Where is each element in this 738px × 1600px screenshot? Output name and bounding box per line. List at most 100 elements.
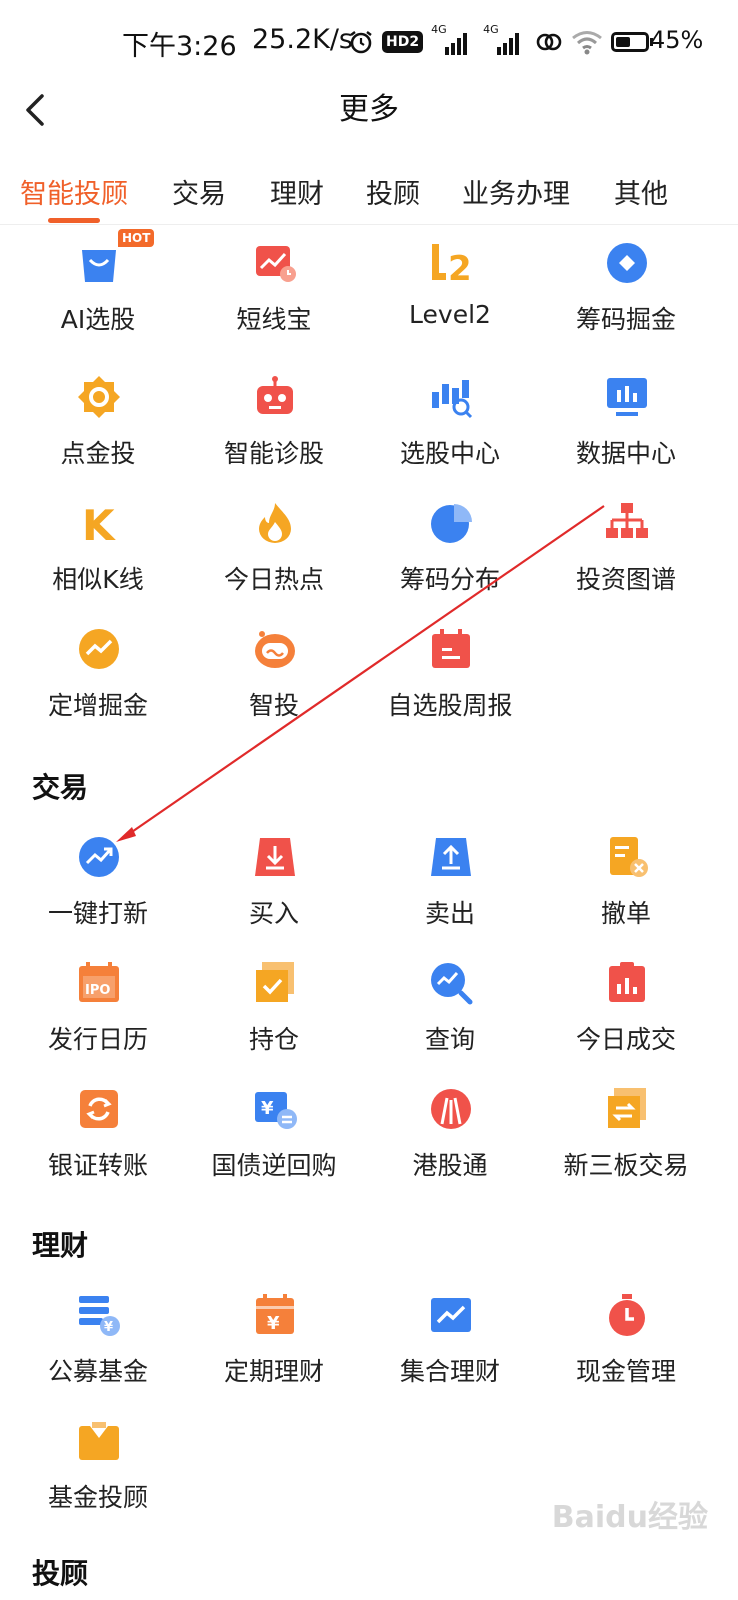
download-tray-icon [255, 838, 295, 876]
grid-item-one-click-ipo[interactable]: 一键打新 [10, 834, 186, 956]
grid-item-smart-invest[interactable]: 智投 [186, 626, 362, 748]
trend-up-circle-icon [79, 837, 119, 877]
grid-item-sell[interactable]: 卖出 [362, 834, 538, 956]
wifi-icon [572, 31, 603, 55]
grid-item-ai-stock[interactable]: AI选股 [10, 240, 186, 362]
svg-text:¥: ¥ [104, 1320, 113, 1335]
grid-item-label: 定期理财 [223, 1357, 324, 1386]
grid-item-label: 一键打新 [47, 899, 148, 928]
diamond-coin-icon [607, 243, 647, 283]
trend-card-icon [256, 246, 296, 282]
tab-other[interactable]: 其他 [614, 172, 668, 211]
grid-item-ipo-calendar[interactable]: IPO 发行日历 [10, 960, 186, 1082]
ipo-calendar-icon: IPO [79, 962, 119, 1002]
status-bar: 下午3:26 25.2K/s HD2 4G 4G 45% [0, 0, 738, 84]
search-chart-icon [431, 963, 473, 1005]
grid-item-label: 查询 [424, 1025, 475, 1054]
grid-item-cash-management[interactable]: 现金管理 [538, 1292, 714, 1414]
grid-item-gold-invest[interactable]: 点金投 [10, 374, 186, 496]
grid-item-label: 筹码掘金 [575, 305, 676, 334]
grid-item-chip-mining[interactable]: 筹码掘金 [538, 240, 714, 362]
grid-item-label: 国债逆回购 [211, 1151, 337, 1180]
hot-badge: HOT [118, 229, 155, 247]
grid-item-label: 基金投顾 [47, 1483, 148, 1512]
signal-icon: 4G [431, 23, 475, 55]
page-title: 更多 [339, 92, 399, 127]
grid-item-investment-map[interactable]: 投资图谱 [538, 500, 714, 622]
candlestick-search-icon [432, 380, 473, 419]
battery-icon [611, 32, 654, 52]
grid-item-placement[interactable]: 定增掘金 [10, 626, 186, 748]
transfer-icon [80, 1090, 118, 1128]
flame-icon [259, 503, 291, 543]
grid-item-chip-distribution[interactable]: 筹码分布 [362, 500, 538, 622]
section-title-advisor: 投顾 [32, 1557, 89, 1590]
grid-item-label: 新三板交易 [563, 1151, 689, 1180]
grid-item-bank-transfer[interactable]: 银证转账 [10, 1086, 186, 1208]
grid-item-label: 发行日历 [47, 1025, 148, 1054]
tab-bar: 智能投顾 交易 理财 投顾 业务办理 其他 [0, 166, 738, 225]
svg-text:¥: ¥ [261, 1098, 274, 1119]
tab-smart-advisor[interactable]: 智能投顾 [20, 172, 128, 211]
grid-item-label: 现金管理 [575, 1357, 676, 1386]
grid-item-hk-connect[interactable]: 港股通 [362, 1086, 538, 1208]
grid-item-label: 今日成交 [575, 1025, 676, 1054]
document-cancel-icon [610, 837, 648, 877]
shopping-bag-icon [82, 250, 116, 282]
pie-chart-icon [431, 504, 472, 543]
grid-item-hot-today[interactable]: 今日热点 [186, 500, 362, 622]
grid-item-collective[interactable]: 集合理财 [362, 1292, 538, 1414]
active-tab-indicator [48, 218, 100, 223]
org-chart-icon [606, 503, 648, 538]
link-icon [536, 33, 562, 51]
tab-business[interactable]: 业务办理 [462, 172, 570, 211]
grid-item-fund-advisor[interactable]: 基金投顾 [10, 1418, 186, 1540]
signal-icon-2: 4G [483, 23, 527, 55]
grid-item-label: 投资图谱 [575, 565, 676, 594]
grid-item-fixed-term[interactable]: ¥ 定期理财 [186, 1292, 362, 1414]
calendar-report-icon [432, 629, 470, 668]
grid-item-label: 选股中心 [399, 439, 500, 468]
grid-item-today-deals[interactable]: 今日成交 [538, 960, 714, 1082]
grid-item-similar-k[interactable]: K 相似K线 [10, 500, 186, 622]
grid-item-cancel-order[interactable]: 撤单 [538, 834, 714, 956]
monitor-chart-icon [607, 378, 647, 416]
grid-item-query[interactable]: 查询 [362, 960, 538, 1082]
grid-item-public-fund[interactable]: ¥ 公募基金 [10, 1292, 186, 1414]
grid-item-label: AI选股 [60, 305, 136, 334]
tab-finance[interactable]: 理财 [270, 172, 324, 211]
status-icons: HD2 4G 4G [348, 23, 654, 58]
section-title-finance: 理财 [32, 1229, 89, 1262]
grid-item-reverse-repo[interactable]: ¥ 国债逆回购 [186, 1086, 362, 1208]
grid-item-diagnosis[interactable]: 智能诊股 [186, 374, 362, 496]
grid-item-neeq-trade[interactable]: 新三板交易 [538, 1086, 714, 1208]
tab-trade[interactable]: 交易 [172, 172, 226, 211]
letter-k-icon: K [82, 501, 116, 546]
grid-item-label: 银证转账 [47, 1151, 148, 1180]
status-time: 下午3:26 [122, 31, 237, 62]
robot-icon [257, 376, 293, 414]
checked-box-icon [256, 962, 294, 1002]
grid-item-short-term[interactable]: 短线宝 [186, 240, 362, 362]
svg-text:¥: ¥ [267, 1313, 280, 1334]
stopwatch-icon [609, 1294, 645, 1336]
svg-text:IPO: IPO [85, 983, 110, 998]
grid-item-label: 定增掘金 [47, 691, 148, 720]
grid-item-positions[interactable]: 持仓 [186, 960, 362, 1082]
grid-item-weekly-report[interactable]: 自选股周报 [362, 626, 538, 748]
grid-item-label: 自选股周报 [387, 691, 513, 720]
grid-item-label: 持仓 [248, 1025, 299, 1054]
grid-item-label: 智能诊股 [223, 439, 324, 468]
grid-item-label: 智投 [248, 691, 299, 720]
suit-tie-icon [79, 1422, 119, 1460]
upload-tray-icon [431, 838, 471, 876]
grid-item-data-center[interactable]: 数据中心 [538, 374, 714, 496]
tab-advisor[interactable]: 投顾 [366, 172, 420, 211]
grid-item-screener[interactable]: 选股中心 [362, 374, 538, 496]
grid-item-buy[interactable]: 买入 [186, 834, 362, 956]
fund-list-icon: ¥ [79, 1296, 120, 1336]
swap-card-icon [608, 1088, 646, 1128]
chart-card-icon [431, 1298, 471, 1332]
grid-item-label: Level2 [409, 300, 491, 329]
grid-item-level2[interactable]: 2 Level2 [362, 240, 538, 362]
